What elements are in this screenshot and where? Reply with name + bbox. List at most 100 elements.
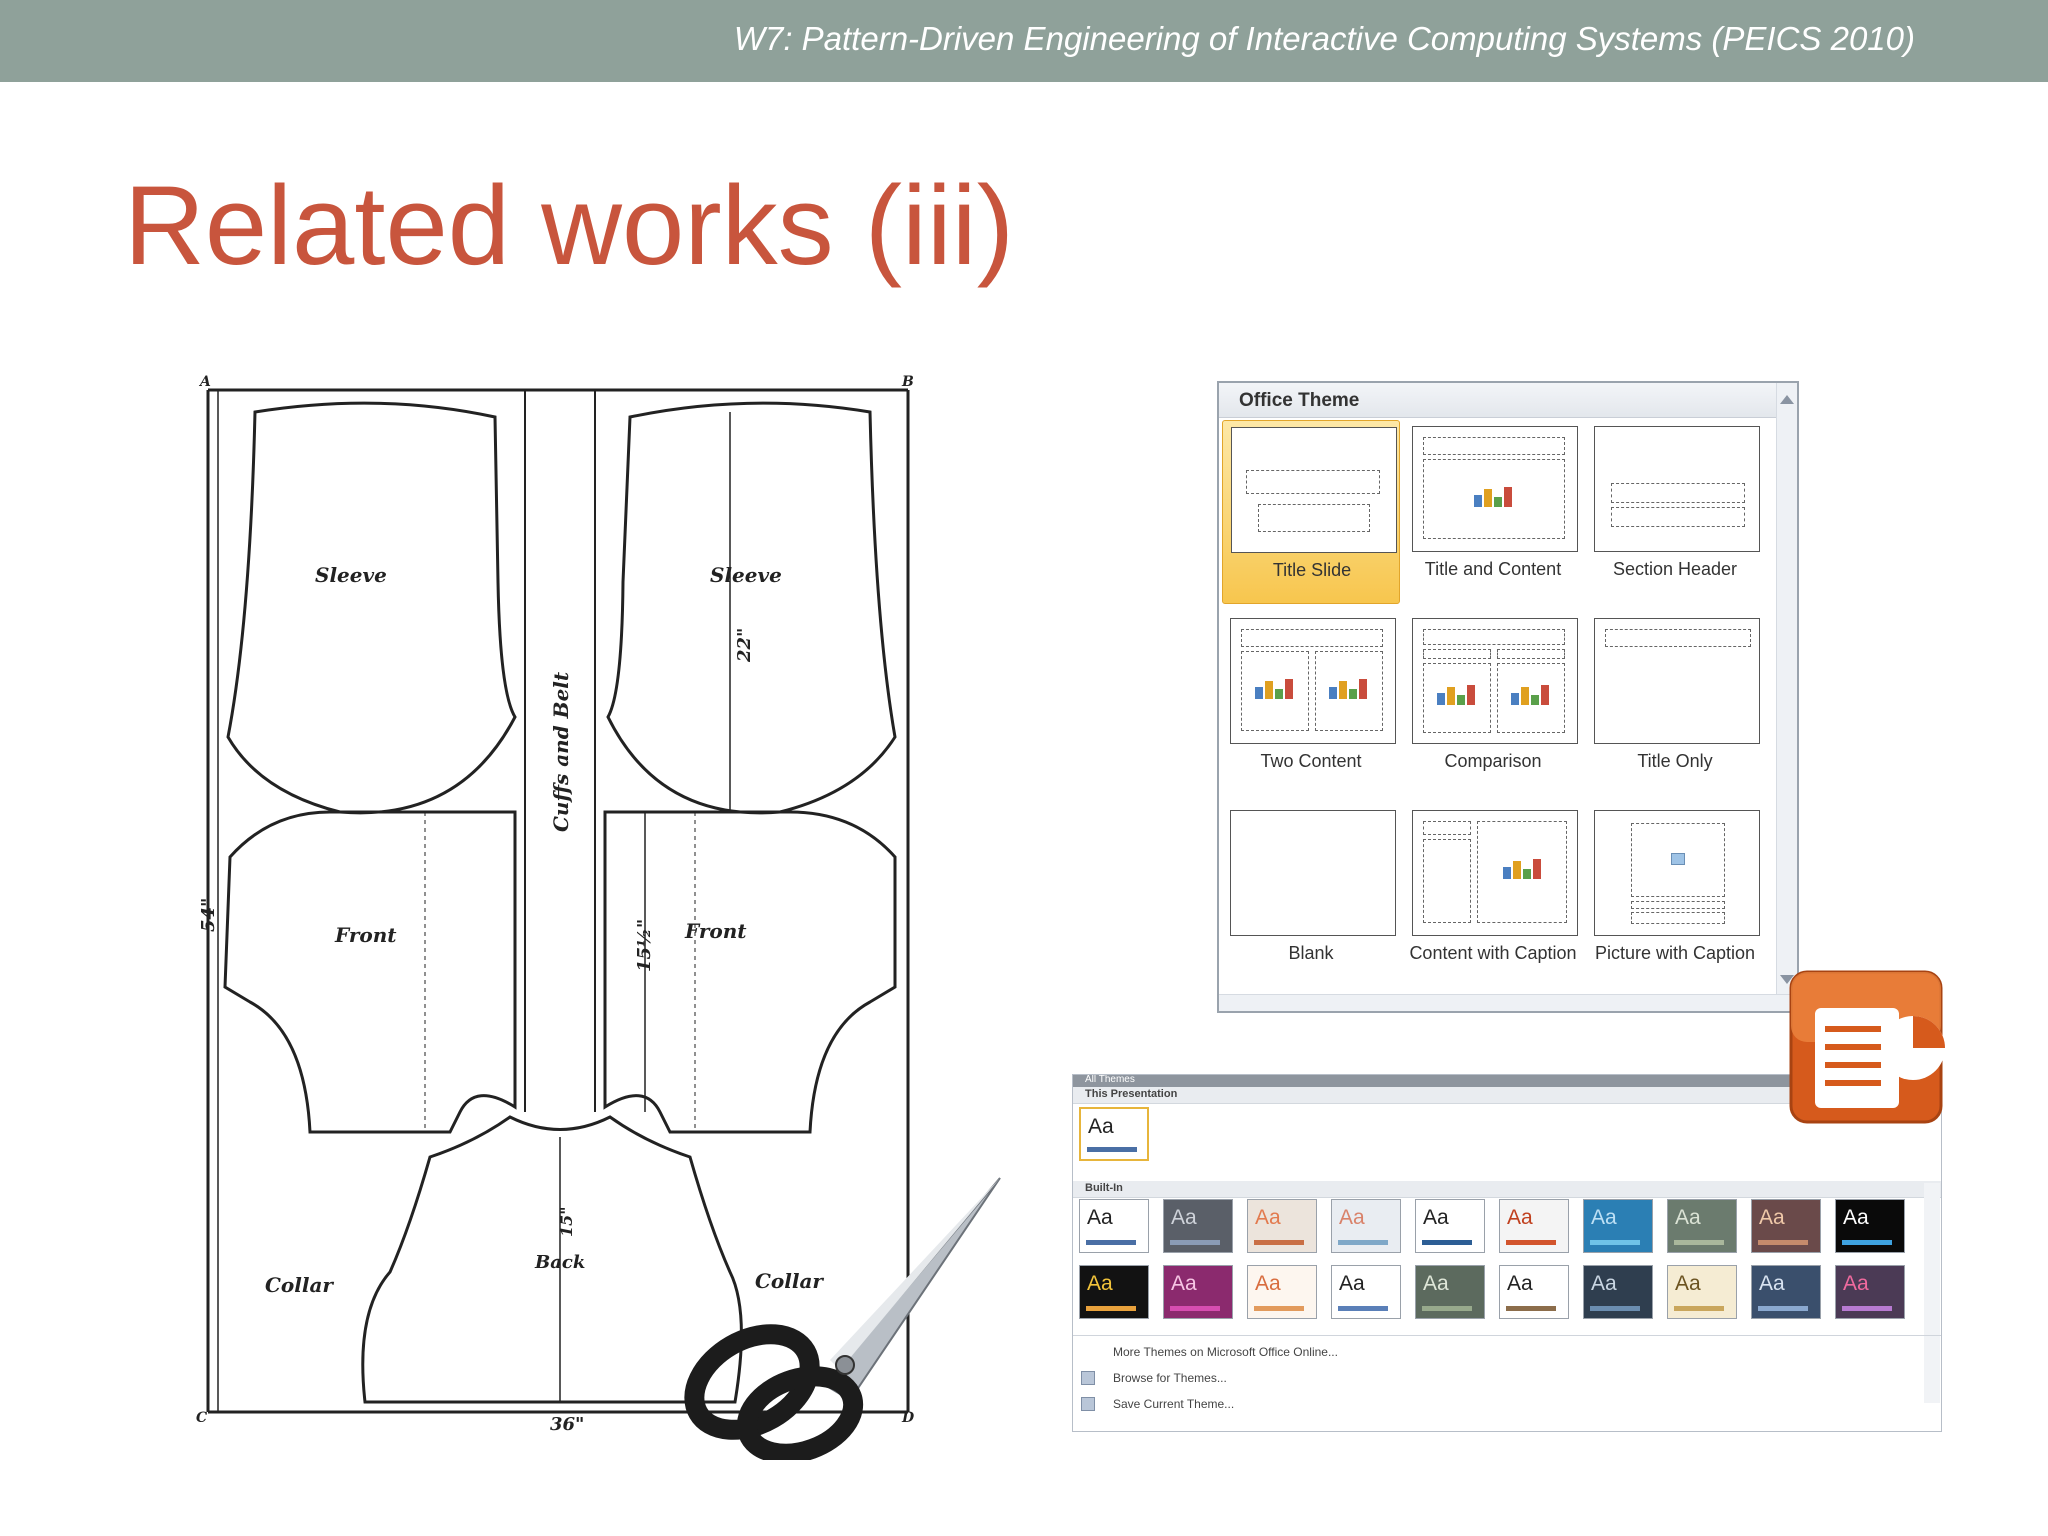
theme-tile[interactable]: Aa: [1583, 1265, 1653, 1319]
themes-scrollbar[interactable]: [1924, 1183, 1940, 1403]
layout-gallery: Office Theme Title Slide Title and Conte…: [1217, 381, 1799, 1013]
theme-tile[interactable]: Aa: [1499, 1265, 1569, 1319]
theme-tile[interactable]: Aa: [1247, 1265, 1317, 1319]
layout-thumbnail: [1594, 426, 1760, 552]
theme-tile[interactable]: Aa: [1247, 1199, 1317, 1253]
layout-thumbnail: [1412, 426, 1578, 552]
theme-tile[interactable]: Aa: [1331, 1265, 1401, 1319]
theme-color-swatch: [1170, 1240, 1220, 1245]
theme-color-swatch: [1087, 1147, 1137, 1152]
theme-tile[interactable]: Aa: [1751, 1265, 1821, 1319]
layout-thumbnail: [1594, 810, 1760, 936]
top-banner: W7: Pattern-Driven Engineering of Intera…: [0, 0, 2048, 82]
theme-preview-glyph: Aa: [1759, 1272, 1785, 1295]
slide-title: Related works (iii): [124, 163, 1014, 288]
layout-thumbnail: [1230, 618, 1396, 744]
theme-preview-glyph: Aa: [1087, 1206, 1113, 1229]
pattern-dim-back: 15": [557, 1206, 576, 1237]
theme-color-swatch: [1338, 1240, 1388, 1245]
layout-picture-with-caption[interactable]: Picture with Caption: [1586, 804, 1762, 986]
theme-tile[interactable]: Aa: [1667, 1265, 1737, 1319]
layout-label: Comparison: [1444, 751, 1542, 771]
theme-tile[interactable]: Aa: [1835, 1265, 1905, 1319]
theme-color-swatch: [1842, 1240, 1892, 1245]
theme-tile[interactable]: Aa: [1751, 1199, 1821, 1253]
theme-color-swatch: [1590, 1240, 1640, 1245]
themes-filter-label[interactable]: All Themes: [1085, 1075, 1135, 1085]
theme-tile[interactable]: Aa: [1835, 1199, 1905, 1253]
theme-color-swatch: [1422, 1240, 1472, 1245]
layout-two-content[interactable]: Two Content: [1222, 612, 1398, 794]
theme-tile[interactable]: Aa: [1583, 1199, 1653, 1253]
theme-tile[interactable]: Aa: [1415, 1265, 1485, 1319]
theme-tile[interactable]: Aa: [1667, 1199, 1737, 1253]
theme-preview-glyph: Aa: [1171, 1272, 1197, 1295]
powerpoint-app-icon: [1785, 968, 1965, 1144]
pattern-dim-width: 36": [550, 1414, 584, 1435]
layout-label: Section Header: [1612, 559, 1738, 579]
layout-thumbnail: [1594, 618, 1760, 744]
content-placeholder-icon: [1437, 685, 1475, 705]
content-placeholder-icon: [1329, 679, 1367, 699]
built-in-label: Built-In: [1085, 1182, 1123, 1194]
layout-thumbnail: [1230, 810, 1396, 936]
theme-tile[interactable]: Aa: [1499, 1199, 1569, 1253]
theme-preview-glyph: Aa: [1507, 1206, 1533, 1229]
layout-comparison[interactable]: Comparison: [1404, 612, 1580, 794]
layout-thumbnail: [1412, 810, 1578, 936]
theme-color-swatch: [1254, 1240, 1304, 1245]
save-disk-icon: [1081, 1397, 1095, 1411]
theme-tile[interactable]: Aa: [1415, 1199, 1485, 1253]
theme-color-swatch: [1506, 1240, 1556, 1245]
theme-tile[interactable]: Aa: [1079, 1107, 1149, 1161]
layout-blank[interactable]: Blank: [1222, 804, 1398, 986]
theme-preview-glyph: Aa: [1591, 1206, 1617, 1229]
pattern-dim-height: 54": [198, 898, 219, 932]
pattern-label-front-right: Front: [684, 919, 747, 943]
theme-tile[interactable]: Aa: [1079, 1199, 1149, 1253]
theme-tile[interactable]: Aa: [1163, 1199, 1233, 1253]
content-placeholder-icon: [1255, 679, 1293, 699]
layout-title-and-content[interactable]: Title and Content: [1404, 420, 1580, 602]
theme-color-swatch: [1170, 1306, 1220, 1311]
picture-placeholder-icon: [1671, 853, 1685, 865]
pattern-label-sleeve-left: Sleeve: [315, 563, 387, 587]
theme-preview-glyph: Aa: [1675, 1272, 1701, 1295]
theme-color-swatch: [1506, 1306, 1556, 1311]
theme-color-swatch: [1086, 1306, 1136, 1311]
pattern-label-cuffs: Cuffs and Belt: [549, 671, 573, 832]
pattern-dim-front: 15½": [634, 919, 655, 972]
browse-for-themes-link[interactable]: Browse for Themes...: [1113, 1371, 1227, 1385]
pattern-label-front-left: Front: [334, 923, 397, 947]
layout-label: Title Only: [1637, 751, 1713, 771]
theme-tile[interactable]: Aa: [1163, 1265, 1233, 1319]
layout-content-with-caption[interactable]: Content with Caption: [1404, 804, 1580, 986]
theme-preview-glyph: Aa: [1087, 1272, 1113, 1295]
pattern-label-c: C: [196, 1410, 207, 1426]
commands-divider: [1073, 1335, 1941, 1336]
layout-title-only[interactable]: Title Only: [1586, 612, 1762, 794]
theme-tile[interactable]: Aa: [1331, 1199, 1401, 1253]
pattern-label-back: Back: [534, 1252, 585, 1273]
theme-preview-glyph: Aa: [1339, 1206, 1365, 1229]
layout-label: Title Slide: [1272, 560, 1352, 580]
layout-section-header[interactable]: Section Header: [1586, 420, 1762, 602]
layout-gallery-title: Office Theme: [1239, 390, 1360, 411]
layout-label: Content with Caption: [1409, 943, 1577, 963]
theme-tile[interactable]: Aa: [1079, 1265, 1149, 1319]
theme-color-swatch: [1338, 1306, 1388, 1311]
layout-title-slide[interactable]: Title Slide: [1222, 420, 1400, 604]
layout-gallery-resize-grip[interactable]: [1219, 994, 1797, 1011]
layout-gallery-scrollbar[interactable]: [1776, 383, 1797, 998]
content-placeholder-icon: [1474, 487, 1512, 507]
pattern-label-collar-left: Collar: [265, 1273, 334, 1297]
scroll-up-arrow-icon[interactable]: [1780, 395, 1794, 404]
theme-color-swatch: [1422, 1306, 1472, 1311]
save-current-theme-link[interactable]: Save Current Theme...: [1113, 1397, 1234, 1411]
theme-preview-glyph: Aa: [1339, 1272, 1365, 1295]
more-themes-online-link[interactable]: More Themes on Microsoft Office Online..…: [1113, 1345, 1338, 1359]
layout-label: Blank: [1288, 943, 1334, 963]
theme-preview-glyph: Aa: [1843, 1206, 1869, 1229]
layout-gallery-header: Office Theme: [1219, 383, 1779, 418]
theme-preview-glyph: Aa: [1171, 1206, 1197, 1229]
